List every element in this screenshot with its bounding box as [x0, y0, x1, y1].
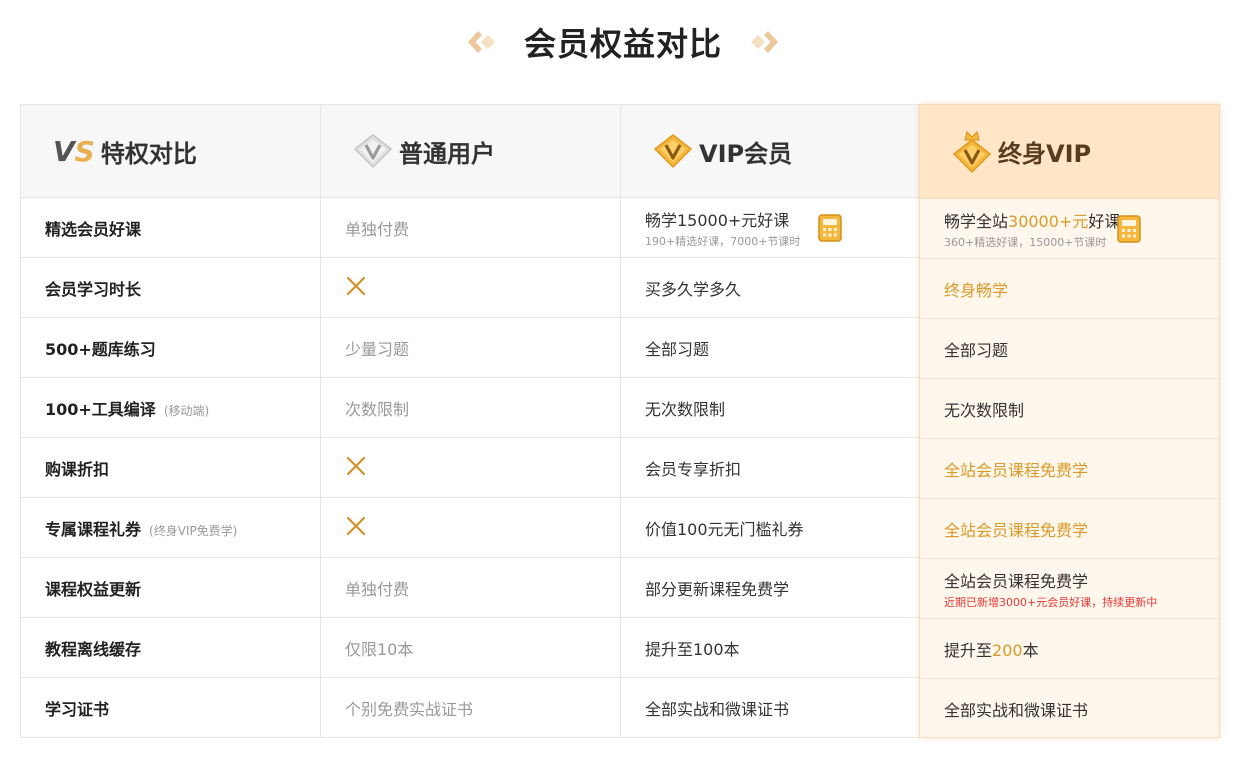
- table-row: [321, 438, 620, 498]
- table-row: 教程离线缓存: [21, 618, 320, 678]
- table-row: 全站会员课程免费学: [920, 439, 1219, 499]
- diamond-decoration-icon: [751, 31, 778, 53]
- table-row: 无次数限制: [920, 379, 1219, 439]
- crown-v-badge-icon: [952, 130, 992, 173]
- feature-column-title: 特权对比: [100, 139, 197, 168]
- calculator-icon[interactable]: [818, 214, 842, 242]
- benefits-comparison-table: VS 特权对比 精选会员好课 会员学习时长 500+题库练习 100+工具编译(…: [20, 104, 1220, 738]
- silver-v-badge-icon: [353, 134, 393, 169]
- normal-user-column: 普通用户 单独付费 少量习题 次数限制 单独付费 仅限10本 个别免费实战证书: [320, 104, 620, 738]
- table-row: [321, 498, 620, 558]
- page-header: 会员权益对比: [0, 18, 1246, 66]
- table-row: 畅学15000+元好课 190+精选好课，7000+节课时: [621, 198, 920, 258]
- cross-icon: [346, 516, 366, 535]
- table-row: 畅学全站30000+元好课 360+精选好课，15000+节课时: [920, 199, 1219, 259]
- normal-user-header: 普通用户: [321, 104, 620, 198]
- table-row: 精选会员好课: [21, 198, 320, 258]
- lifetime-vip-header: 终身VIP: [920, 105, 1219, 199]
- table-row: 个别免费实战证书: [321, 678, 620, 738]
- vip-title: VIP会员: [699, 139, 793, 168]
- table-row: 全站会员课程免费学 近期已新增3000+元会员好课，持续更新中: [920, 559, 1219, 619]
- table-row: 提升至100本: [621, 618, 920, 678]
- table-row: 单独付费: [321, 198, 620, 258]
- gold-v-badge-icon: [653, 134, 693, 169]
- table-row: 课程权益更新: [21, 558, 320, 618]
- feature-note: (终身VIP免费学): [149, 523, 238, 538]
- table-row: 专属课程礼券 (终身VIP免费学): [21, 498, 320, 558]
- table-row: [321, 258, 620, 318]
- feature-column-header: VS 特权对比: [21, 104, 320, 198]
- lifetime-vip-title: 终身VIP: [998, 140, 1092, 168]
- table-row: 100+工具编译 (移动端): [21, 378, 320, 438]
- table-row: 全部实战和微课证书: [944, 701, 1089, 720]
- vs-logo: VS: [53, 134, 95, 168]
- table-row: 学习证书: [21, 678, 320, 738]
- table-row: 无次数限制: [621, 378, 920, 438]
- diamond-decoration-icon: [467, 31, 495, 53]
- table-row: 买多久学多久: [621, 258, 920, 318]
- table-row: 单独付费: [321, 558, 620, 618]
- vip-header: VIP会员: [621, 104, 920, 198]
- cross-icon: [346, 276, 366, 295]
- table-row: 会员学习时长: [21, 258, 320, 318]
- feature-column: VS 特权对比 精选会员好课 会员学习时长 500+题库练习 100+工具编译(…: [20, 104, 320, 738]
- table-row: 部分更新课程免费学: [621, 558, 920, 618]
- page-title: 会员权益对比: [523, 25, 722, 63]
- table-row: 全部习题: [621, 318, 920, 378]
- vip-column: VIP会员 畅学15000+元好课 190+精选好课，7000+节课时 买多久学…: [620, 104, 920, 738]
- table-row: 终身畅学: [920, 259, 1219, 319]
- table-row: 500+题库练习: [21, 318, 320, 378]
- table-row: 会员专享折扣: [621, 438, 920, 498]
- feature-note: (移动端): [163, 403, 210, 418]
- table-row: 全部习题: [920, 319, 1219, 379]
- table-row: 购课折扣: [21, 438, 320, 498]
- calculator-icon[interactable]: [1117, 215, 1141, 243]
- normal-user-title: 普通用户: [399, 139, 495, 168]
- table-row: 少量习题: [321, 318, 620, 378]
- lifetime-vip-column: 终身VIP 畅学全站30000+元好课 360+精选好课，15000+节课时 终…: [919, 104, 1220, 738]
- table-row: 次数限制: [321, 378, 620, 438]
- cross-icon: [346, 456, 366, 475]
- table-row: 全站会员课程免费学: [920, 499, 1219, 559]
- table-row: 价值100元无门槛礼券: [621, 498, 920, 558]
- table-row: 提升至200本: [920, 619, 1219, 679]
- table-row: 全部实战和微课证书: [621, 678, 920, 738]
- table-row: 仅限10本: [321, 618, 620, 678]
